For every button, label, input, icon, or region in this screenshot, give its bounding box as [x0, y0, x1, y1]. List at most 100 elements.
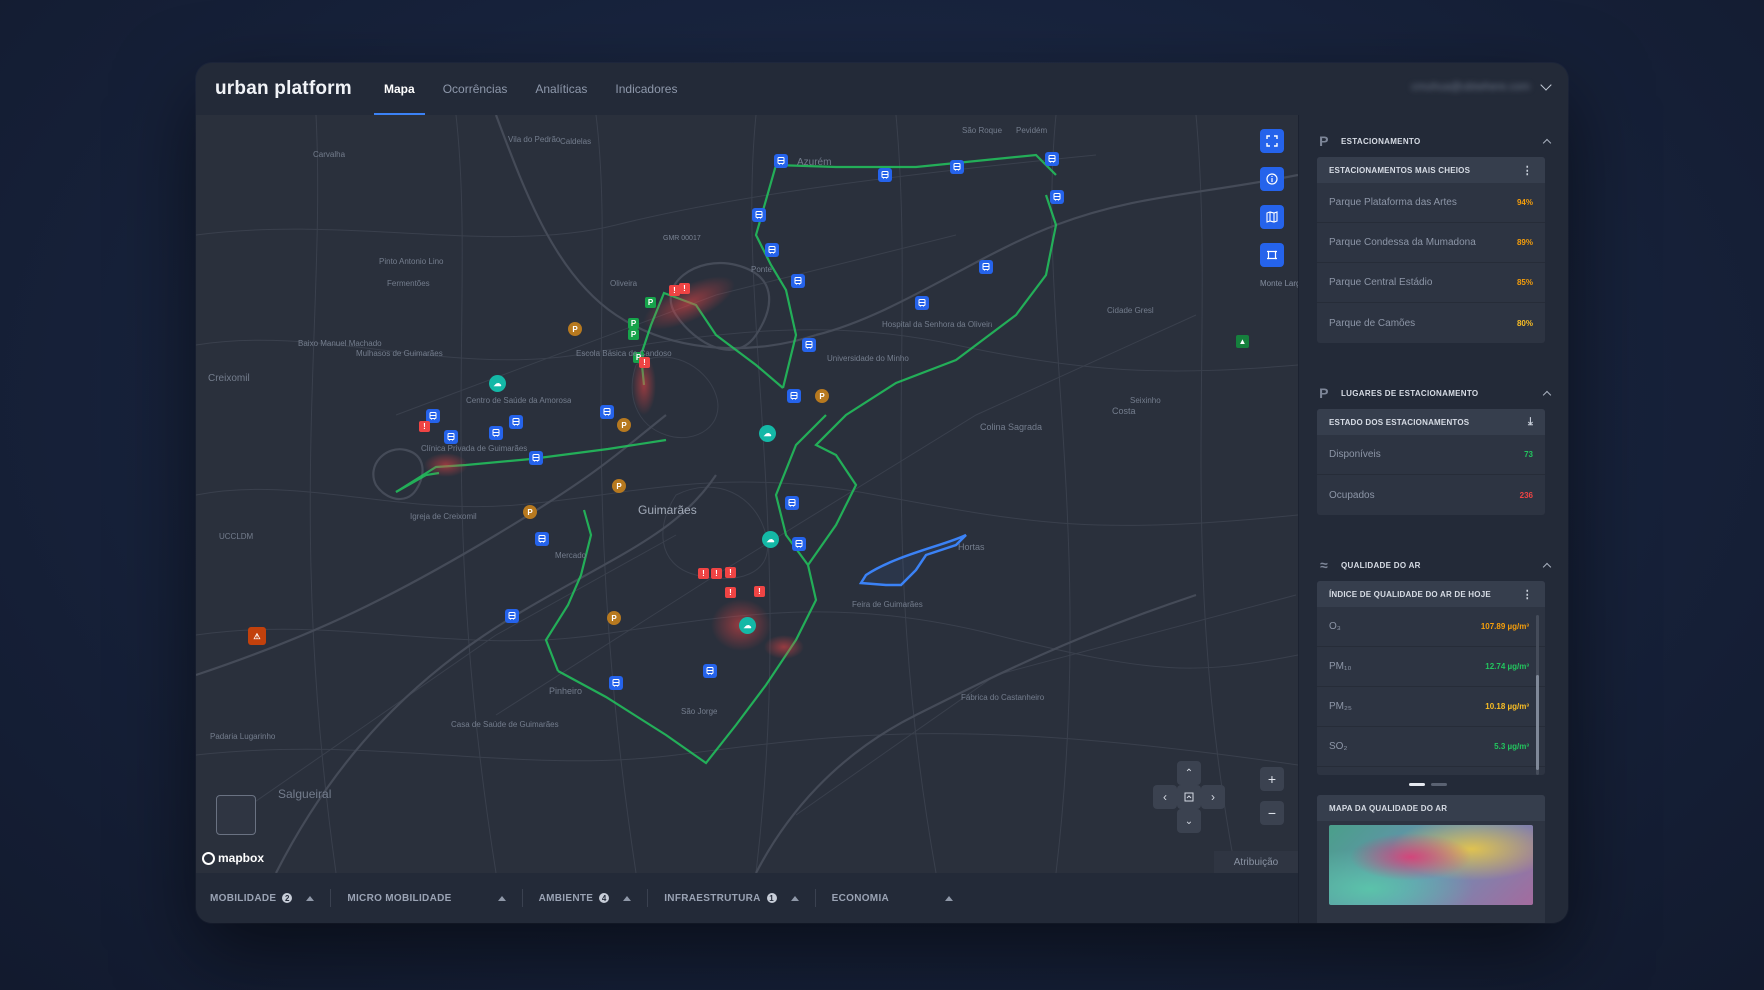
list-item[interactable]: Disponíveis 73	[1317, 435, 1545, 475]
fullscreen-icon	[1266, 135, 1278, 147]
pan-left-button[interactable]: ‹	[1153, 785, 1177, 809]
bus-stop-icon[interactable]	[535, 532, 549, 546]
pan-down-button[interactable]: ⌄	[1177, 809, 1201, 833]
bus-stop-icon[interactable]	[529, 451, 543, 465]
info-button[interactable]	[1260, 167, 1284, 191]
minimap-toggle[interactable]	[216, 795, 256, 835]
zoom-out-button[interactable]: −	[1260, 801, 1284, 825]
air-quality-heatmap[interactable]	[1329, 825, 1533, 905]
list-item[interactable]: Parque de Camões 80%	[1317, 303, 1545, 343]
bus-stop-icon[interactable]	[774, 154, 788, 168]
incident-icon[interactable]: !	[419, 421, 430, 432]
list-item[interactable]: O₃ 107.89 µg/m³	[1317, 607, 1545, 647]
incident-icon[interactable]: !	[679, 283, 690, 294]
pager-dot[interactable]	[1431, 783, 1447, 786]
draw-area-button[interactable]	[1260, 243, 1284, 267]
bus-stop-icon[interactable]	[787, 389, 801, 403]
bus-stop-icon[interactable]	[1045, 152, 1059, 166]
parking-icon[interactable]: P	[628, 318, 639, 329]
layer-economia[interactable]: ECONOMIA	[832, 889, 969, 907]
parking-icon[interactable]: P	[607, 611, 621, 625]
more-vertical-icon[interactable]: ⋮	[1522, 588, 1533, 601]
parking-icon[interactable]: P	[628, 329, 639, 340]
parking-icon[interactable]: P	[645, 297, 656, 308]
tab-analiticas[interactable]: Analíticas	[521, 63, 601, 115]
incident-icon[interactable]: !	[725, 587, 736, 598]
list-item[interactable]: Parque Plataforma das Artes 94%	[1317, 183, 1545, 223]
bus-stop-icon[interactable]	[609, 676, 623, 690]
bus-stop-icon[interactable]	[509, 415, 523, 429]
incident-icon[interactable]: !	[698, 568, 709, 579]
bus-stop-icon[interactable]	[791, 274, 805, 288]
parking-icon[interactable]: P	[523, 505, 537, 519]
section-qualidade-ar[interactable]: ≈ QUALIDADE DO AR	[1317, 555, 1552, 575]
bus-stop-icon[interactable]	[1050, 190, 1064, 204]
map-canvas[interactable]	[196, 115, 1298, 873]
list-item[interactable]: Parque Condessa da Mumadona 89%	[1317, 223, 1545, 263]
chevron-up-icon[interactable]	[1542, 138, 1552, 147]
pager-dot[interactable]	[1409, 783, 1425, 786]
air-quality-icon[interactable]: ☁	[739, 617, 756, 634]
list-item[interactable]: SO₂ 5.3 µg/m³	[1317, 727, 1545, 767]
scrollbar-thumb[interactable]	[1536, 675, 1539, 770]
bus-stop-icon[interactable]	[792, 537, 806, 551]
incident-icon[interactable]: ⚠	[248, 627, 266, 645]
mapbox-logo[interactable]: mapbox	[202, 851, 264, 865]
list-item[interactable]: Parque Central Estádio 85%	[1317, 263, 1545, 303]
map-style-button[interactable]	[1260, 205, 1284, 229]
bus-stop-icon[interactable]	[802, 338, 816, 352]
chevron-up-icon[interactable]	[1542, 562, 1552, 571]
more-vertical-icon[interactable]: ⋮	[1522, 164, 1533, 177]
bus-stop-icon[interactable]	[600, 405, 614, 419]
list-item[interactable]: PM₁₀ 12.74 µg/m³	[1317, 647, 1545, 687]
bus-stop-icon[interactable]	[703, 664, 717, 678]
user-menu[interactable]: cmuhua@ubiwhere.com	[1411, 79, 1552, 93]
bus-stop-icon[interactable]	[765, 243, 779, 257]
list-item[interactable]: PM₂₅ 10.18 µg/m³	[1317, 687, 1545, 727]
air-quality-icon[interactable]: ▲	[1236, 335, 1249, 348]
incident-icon[interactable]: !	[711, 568, 722, 579]
bus-stop-icon[interactable]	[950, 160, 964, 174]
chevron-up-icon[interactable]	[1542, 390, 1552, 399]
bus-stop-icon[interactable]	[752, 208, 766, 222]
air-quality-icon[interactable]: ☁	[762, 531, 779, 548]
scrollbar[interactable]	[1536, 615, 1539, 775]
bus-stop-icon[interactable]	[785, 496, 799, 510]
incident-icon[interactable]: !	[669, 285, 680, 296]
map-view[interactable]: PPPPPPPPPP☁☁☁☁!!!!!!!!!⚠▲ AzurémCreixomi…	[196, 115, 1298, 873]
download-icon[interactable]: ⤓	[1528, 416, 1533, 429]
list-item[interactable]: Ocupados 236	[1317, 475, 1545, 515]
pan-right-button[interactable]: ›	[1201, 785, 1225, 809]
layer-mobilidade[interactable]: MOBILIDADE 2	[210, 889, 332, 907]
parking-icon[interactable]: P	[568, 322, 582, 336]
bus-stop-icon[interactable]	[878, 168, 892, 182]
incident-icon[interactable]: !	[639, 357, 650, 368]
air-quality-icon[interactable]: ☁	[759, 425, 776, 442]
bus-stop-icon[interactable]	[489, 426, 503, 440]
tab-mapa[interactable]: Mapa	[370, 63, 429, 115]
bus-stop-icon[interactable]	[444, 430, 458, 444]
section-estacionamento[interactable]: P ESTACIONAMENTO	[1317, 131, 1552, 151]
incident-icon[interactable]: !	[754, 586, 765, 597]
pan-up-button[interactable]: ⌃	[1177, 761, 1201, 785]
recenter-button[interactable]	[1177, 785, 1201, 809]
tab-ocorrencias[interactable]: Ocorrências	[429, 63, 522, 115]
chevron-down-icon[interactable]	[1540, 79, 1552, 91]
bus-stop-icon[interactable]	[915, 296, 929, 310]
air-quality-icon[interactable]: ☁	[489, 375, 506, 392]
layer-infraestrutura[interactable]: INFRAESTRUTURA 1	[664, 889, 816, 907]
section-lugares[interactable]: P LUGARES DE ESTACIONAMENTO	[1317, 383, 1552, 403]
tab-indicadores[interactable]: Indicadores	[601, 63, 691, 115]
bus-stop-icon[interactable]	[505, 609, 519, 623]
map-place-label: Baixo Manuel Machado	[298, 339, 382, 348]
fullscreen-button[interactable]	[1260, 129, 1284, 153]
incident-icon[interactable]: !	[725, 567, 736, 578]
bus-stop-icon[interactable]	[979, 260, 993, 274]
layer-micro-mobilidade[interactable]: MICRO MOBILIDADE	[347, 889, 523, 907]
zoom-in-button[interactable]: +	[1260, 767, 1284, 791]
parking-icon[interactable]: P	[612, 479, 626, 493]
parking-icon[interactable]: P	[617, 418, 631, 432]
layer-ambiente[interactable]: AMBIENTE 4	[539, 889, 649, 907]
attribution-button[interactable]: Atribuição	[1214, 851, 1298, 873]
parking-icon[interactable]: P	[815, 389, 829, 403]
